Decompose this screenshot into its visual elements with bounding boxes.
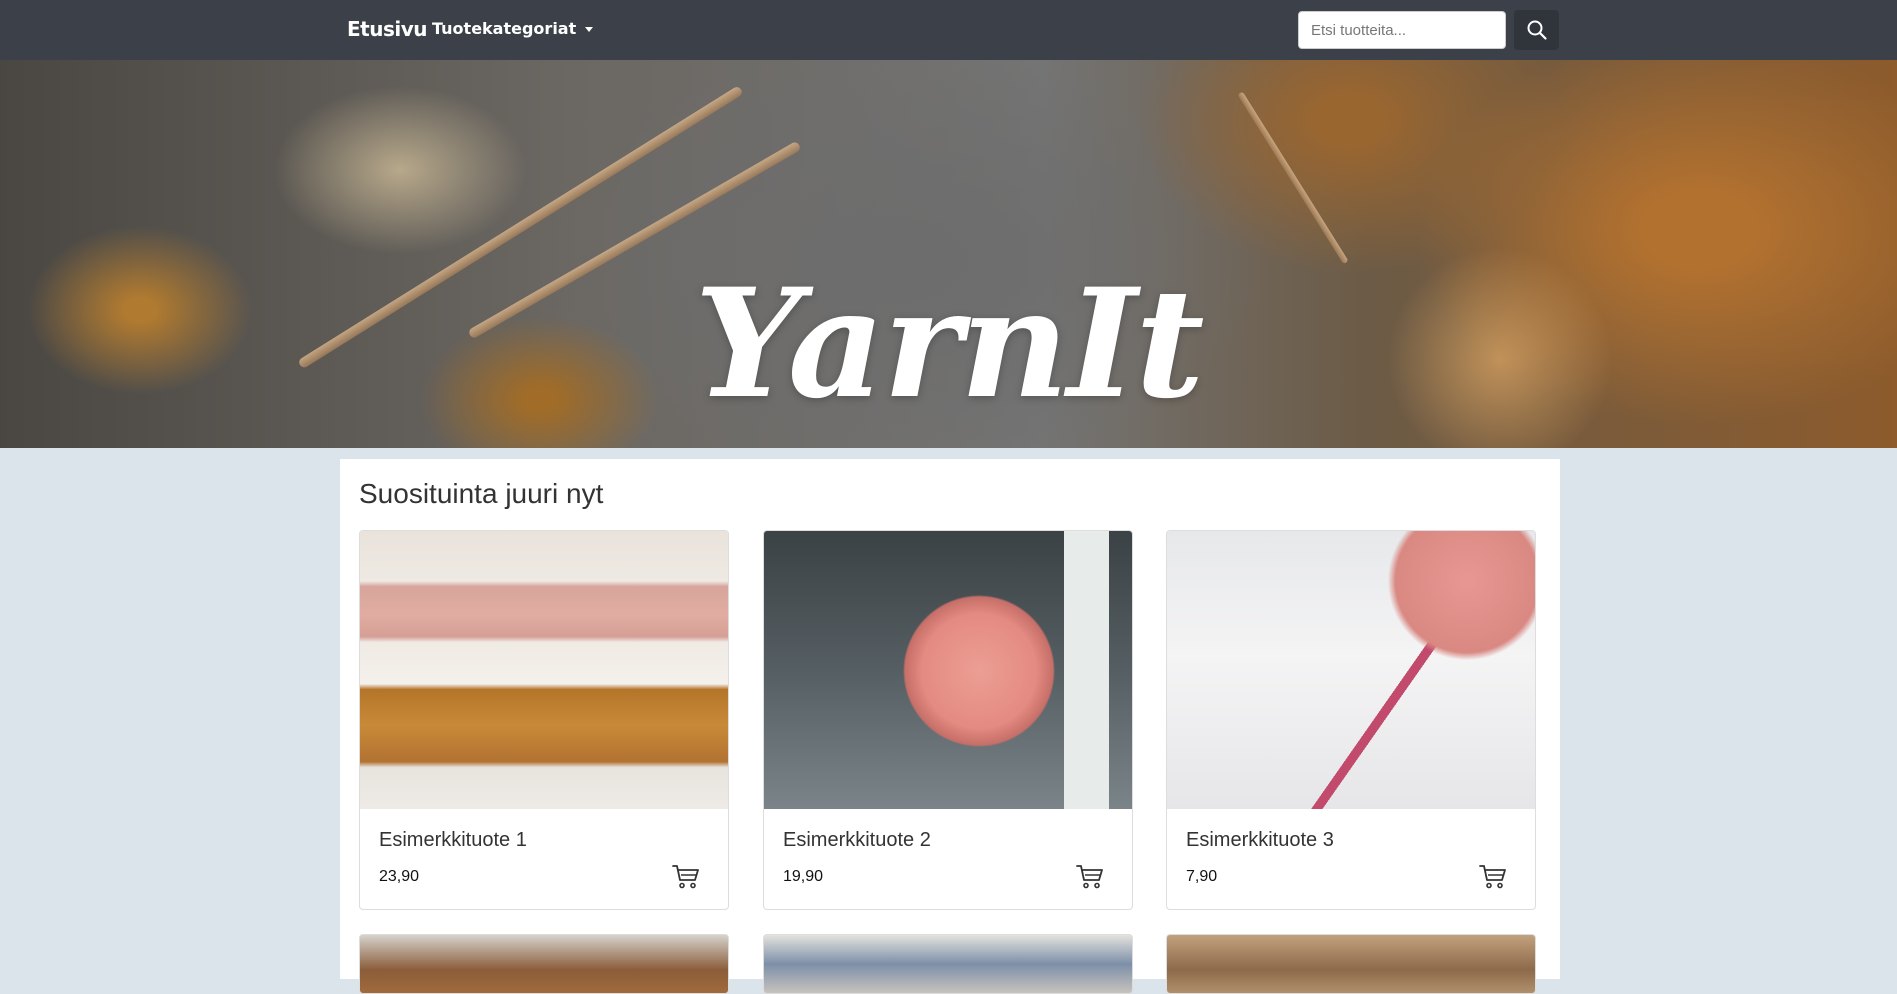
product-name[interactable]: Esimerkkituote 1 [379,829,527,852]
hero-title: YarnIt [694,255,1204,432]
top-navbar: Etusivu Tuotekategoriat [0,0,1897,60]
product-name[interactable]: Esimerkkituote 2 [783,829,931,852]
product-price: 23,90 [379,868,420,885]
caret-down-icon [585,26,594,32]
product-image[interactable] [360,531,728,809]
product-image[interactable] [764,531,1132,809]
search-icon [1527,20,1547,40]
cart-icon[interactable] [1479,864,1507,890]
knitting-needle-decoration [1237,91,1349,265]
cart-icon[interactable] [672,864,700,890]
product-card[interactable] [1166,934,1536,994]
product-card[interactable] [763,934,1133,994]
categories-dropdown[interactable]: Tuotekategoriat [432,19,594,38]
search-input[interactable] [1298,11,1506,49]
product-name[interactable]: Esimerkkituote 3 [1186,829,1334,852]
hero-banner: YarnIt [0,60,1897,448]
product-price: 7,90 [1186,868,1218,885]
section-title: Suosituinta juuri nyt [359,478,604,509]
search-button[interactable] [1514,10,1559,50]
product-card[interactable]: Esimerkkituote 2 19,90 [763,530,1133,910]
product-card[interactable]: Esimerkkituote 1 23,90 [359,530,729,910]
product-card[interactable] [359,934,729,994]
product-card[interactable]: Esimerkkituote 3 7,90 [1166,530,1536,910]
product-image[interactable] [1167,531,1535,809]
categories-label: Tuotekategoriat [432,19,577,38]
main-panel: Suosituinta juuri nyt Esimerkkituote 1 2… [340,459,1560,994]
home-link[interactable]: Etusivu [347,17,428,41]
product-price: 19,90 [783,868,824,885]
cart-icon[interactable] [1076,864,1104,890]
